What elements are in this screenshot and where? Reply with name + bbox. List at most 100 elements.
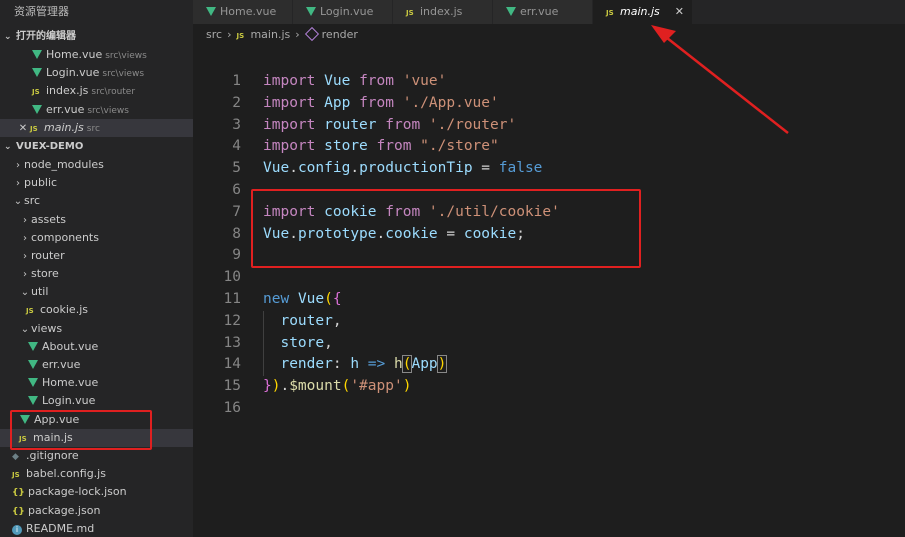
- js-file-icon: JS: [26, 307, 34, 316]
- tree-file-login-vue[interactable]: Login.vue: [0, 392, 193, 410]
- editor-tab-bar: Home.vue Login.vue JS index.js err.vue JS…: [193, 0, 905, 24]
- chevron-right-icon: ›: [23, 250, 27, 262]
- breadcrumb: src › JS main.js › render: [193, 24, 905, 46]
- js-file-icon: JS: [406, 9, 414, 17]
- js-file-icon: JS: [12, 471, 20, 480]
- json-file-icon: {}: [12, 506, 25, 517]
- close-icon[interactable]: ✕: [675, 0, 684, 24]
- vue-file-icon: [28, 378, 38, 388]
- chevron-right-icon: ›: [16, 159, 20, 171]
- close-icon[interactable]: ✕: [16, 120, 30, 138]
- tab-index-js[interactable]: JS index.js: [393, 0, 493, 24]
- vue-file-icon: [28, 360, 38, 369]
- indent-guide: [263, 310, 264, 377]
- project-header[interactable]: ⌄ VUEX-DEMO: [0, 138, 193, 156]
- tree-folder-views[interactable]: ⌄ views: [0, 320, 193, 338]
- line-number: 6: [232, 182, 241, 198]
- line-number: 15: [223, 378, 241, 395]
- line-number: 7: [232, 203, 241, 220]
- line-number: 14: [223, 356, 241, 373]
- vue-file-icon: [32, 68, 42, 78]
- vue-file-icon: [506, 7, 516, 16]
- tree-file-err-vue[interactable]: err.vue: [0, 356, 193, 374]
- line-number: 13: [223, 334, 241, 351]
- open-editor-main[interactable]: ✕ JS main.js src: [0, 118, 193, 138]
- line-number: 5: [232, 160, 241, 177]
- tree-file-about-vue[interactable]: About.vue: [0, 338, 193, 356]
- git-file-icon: ◆: [12, 451, 19, 462]
- json-file-icon: {}: [12, 488, 25, 499]
- tree-file-readme[interactable]: i README.md: [0, 520, 193, 537]
- chevron-right-icon: ›: [23, 214, 27, 226]
- explorer-title: 资源管理器: [14, 5, 69, 18]
- tree-folder-src[interactable]: ⌄ src: [0, 192, 193, 210]
- tab-home-vue[interactable]: Home.vue: [193, 0, 293, 24]
- tree-file-cookie-js[interactable]: JS cookie.js: [0, 301, 193, 319]
- open-editors-header[interactable]: ⌄ 打开的编辑器: [0, 28, 193, 46]
- breadcrumb-folder[interactable]: src: [206, 28, 222, 41]
- open-editor-login[interactable]: Login.vue src\views: [0, 64, 193, 82]
- code-line-11[interactable]: new Vue({: [263, 289, 342, 311]
- vue-file-icon: [306, 7, 316, 16]
- tree-file-babel-config[interactable]: JS babel.config.js: [0, 465, 193, 483]
- js-file-icon: JS: [30, 124, 38, 133]
- highlight-box-files: [10, 410, 152, 450]
- line-number: 3: [232, 116, 241, 133]
- chevron-right-icon: ›: [23, 232, 27, 244]
- code-line-1[interactable]: import Vue from 'vue': [263, 71, 446, 93]
- tab-err-vue[interactable]: err.vue: [493, 0, 593, 24]
- tree-folder-assets[interactable]: › assets: [0, 211, 193, 229]
- tree-file-package-lock[interactable]: {} package-lock.json: [0, 483, 193, 501]
- code-line-5[interactable]: Vue.config.productionTip = false: [263, 158, 542, 180]
- chevron-right-icon: ›: [23, 269, 27, 281]
- info-icon: i: [12, 524, 22, 535]
- chevron-right-icon: ›: [227, 28, 232, 41]
- chevron-down-icon: ⌄: [13, 196, 23, 208]
- code-line-4[interactable]: import store from "./store": [263, 136, 499, 158]
- open-editor-err[interactable]: err.vue src\views: [0, 101, 193, 119]
- line-number: 12: [223, 312, 241, 329]
- line-number: 4: [232, 138, 241, 155]
- tab-login-vue[interactable]: Login.vue: [293, 0, 393, 24]
- tree-folder-components[interactable]: › components: [0, 229, 193, 247]
- code-line-15[interactable]: }).$mount('#app'): [263, 376, 411, 398]
- open-editor-home[interactable]: Home.vue src\views: [0, 46, 193, 64]
- explorer-sidebar: 资源管理器 ⌄ 打开的编辑器 Home.vue src\views Login.vu…: [0, 0, 193, 537]
- tab-main-js[interactable]: JS main.js ✕: [593, 0, 693, 24]
- vue-file-icon: [32, 50, 42, 59]
- js-file-icon: JS: [32, 88, 40, 97]
- line-number: 8: [232, 225, 241, 242]
- code-line-12[interactable]: router,: [263, 311, 341, 333]
- breadcrumb-symbol[interactable]: render: [322, 28, 358, 41]
- code-editor[interactable]: 1 2 3 4 5 6 7 8 9 10 11 12 13 14 15 16 i…: [193, 46, 905, 537]
- highlight-box-code: [251, 189, 641, 268]
- code-line-2[interactable]: import App from './App.vue': [263, 93, 499, 115]
- tree-folder-util[interactable]: ⌄ util: [0, 283, 193, 301]
- open-editor-index[interactable]: JS index.js src\router: [0, 82, 193, 100]
- method-icon: [304, 26, 319, 42]
- vue-file-icon: [32, 104, 42, 114]
- tree-folder-node-modules[interactable]: › node_modules: [0, 156, 193, 174]
- line-number: 10: [223, 269, 241, 286]
- line-number: 16: [223, 400, 241, 416]
- vue-file-icon: [28, 341, 38, 351]
- breadcrumb-file[interactable]: main.js: [250, 28, 290, 41]
- chevron-down-icon: ⌄: [20, 323, 30, 335]
- tree-file-home-vue[interactable]: Home.vue: [0, 374, 193, 392]
- code-line-14[interactable]: render: h => h(App): [263, 354, 448, 376]
- tree-folder-store[interactable]: › store: [0, 265, 193, 283]
- chevron-down-icon: ⌄: [20, 287, 30, 299]
- tree-file-package-json[interactable]: {} package.json: [0, 502, 193, 520]
- chevron-right-icon: ›: [295, 28, 300, 41]
- code-line-3[interactable]: import router from './router': [263, 115, 516, 137]
- tree-folder-public[interactable]: › public: [0, 174, 193, 192]
- vue-file-icon: [28, 396, 38, 406]
- js-file-icon: JS: [606, 9, 614, 17]
- chevron-down-icon: ⌄: [4, 141, 12, 152]
- line-number: 9: [232, 247, 241, 264]
- chevron-down-icon: ⌄: [4, 32, 12, 42]
- code-line-13[interactable]: store,: [263, 333, 332, 355]
- vue-file-icon: [206, 7, 216, 16]
- tree-folder-router[interactable]: › router: [0, 247, 193, 265]
- chevron-right-icon: ›: [16, 178, 20, 190]
